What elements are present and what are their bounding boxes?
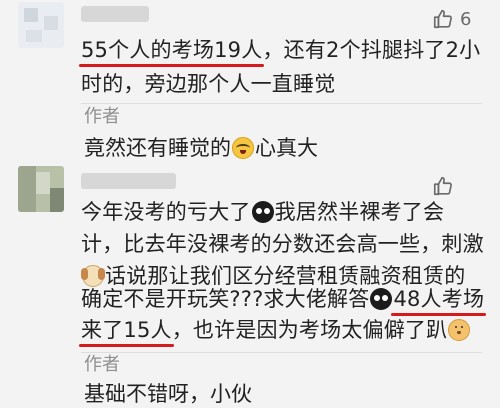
highlighted-text: 55个人的考场19人	[81, 38, 263, 62]
comment-text: ，还有2个抖腿抖了2小	[262, 38, 481, 62]
like-count: 6	[460, 8, 472, 30]
comment-text-line: 55个人的考场19人，还有2个抖腿抖了2小	[81, 36, 480, 64]
owl-emoji-icon	[251, 201, 274, 223]
comment-text-line: 来了15人，也许是因为考场太偏僻了趴	[81, 316, 471, 344]
author-label: 作者	[84, 106, 120, 127]
username-blurred[interactable]	[81, 6, 149, 22]
author-reply: 竟然还有睡觉的 心真大	[84, 136, 318, 160]
like-button[interactable]: 6	[432, 8, 471, 30]
thumbs-up-icon	[432, 175, 454, 197]
comment-text-line: 确定不是开玩笑???求大佬解答 48人考场	[81, 287, 485, 311]
doge-emoji-icon	[448, 319, 471, 341]
divider	[81, 352, 482, 353]
highlighted-text: 48人考场	[393, 287, 485, 311]
like-button[interactable]	[432, 175, 460, 197]
comment-text-line: 今年没考的亏大了 我居然半裸考了会	[81, 200, 445, 224]
thumbs-up-icon	[432, 8, 454, 30]
comment-text: 时的，旁边那个人一直睡觉	[81, 72, 336, 96]
divider	[81, 103, 482, 104]
username-blurred[interactable]	[81, 173, 176, 189]
owl-emoji-icon	[370, 288, 393, 310]
puppy-emoji-icon	[81, 265, 105, 287]
author-reply: 基础不错呀，小伙	[84, 382, 252, 406]
comment-text-line: 计，比去年没裸考的分数还会高一些，刺激	[81, 232, 484, 256]
highlighted-text: 来了15人	[81, 318, 172, 342]
author-label: 作者	[84, 354, 120, 375]
cry-laugh-emoji-icon	[232, 137, 254, 159]
avatar[interactable]	[18, 166, 64, 212]
comment-text-line: 时的，旁边那个人一直睡觉	[81, 70, 335, 98]
avatar[interactable]	[18, 2, 64, 48]
